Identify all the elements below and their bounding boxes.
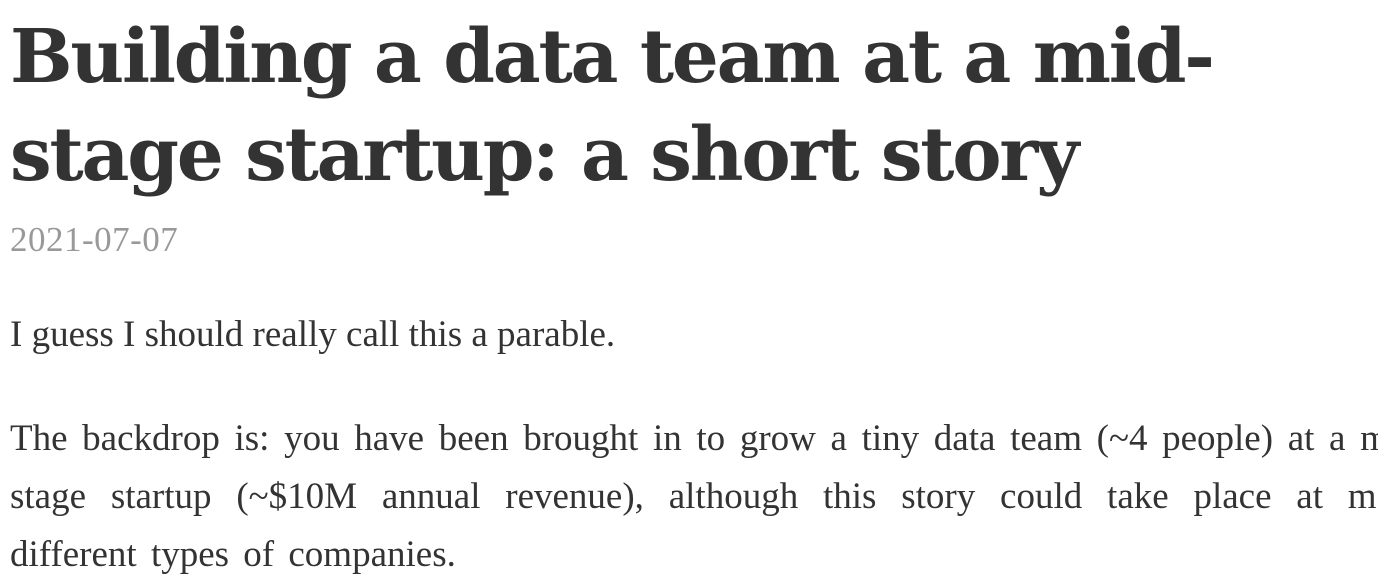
article-paragraph-1: I guess I should really call this a para… [10,314,616,355]
article: Building a data team at a mid-stage star… [10,0,1378,584]
article-paragraph-2: The backdrop is: you have been brought i… [10,418,1378,575]
article-date: 2021-07-07 [10,220,179,259]
article-title: Building a data team at a mid-stage star… [10,14,1215,198]
